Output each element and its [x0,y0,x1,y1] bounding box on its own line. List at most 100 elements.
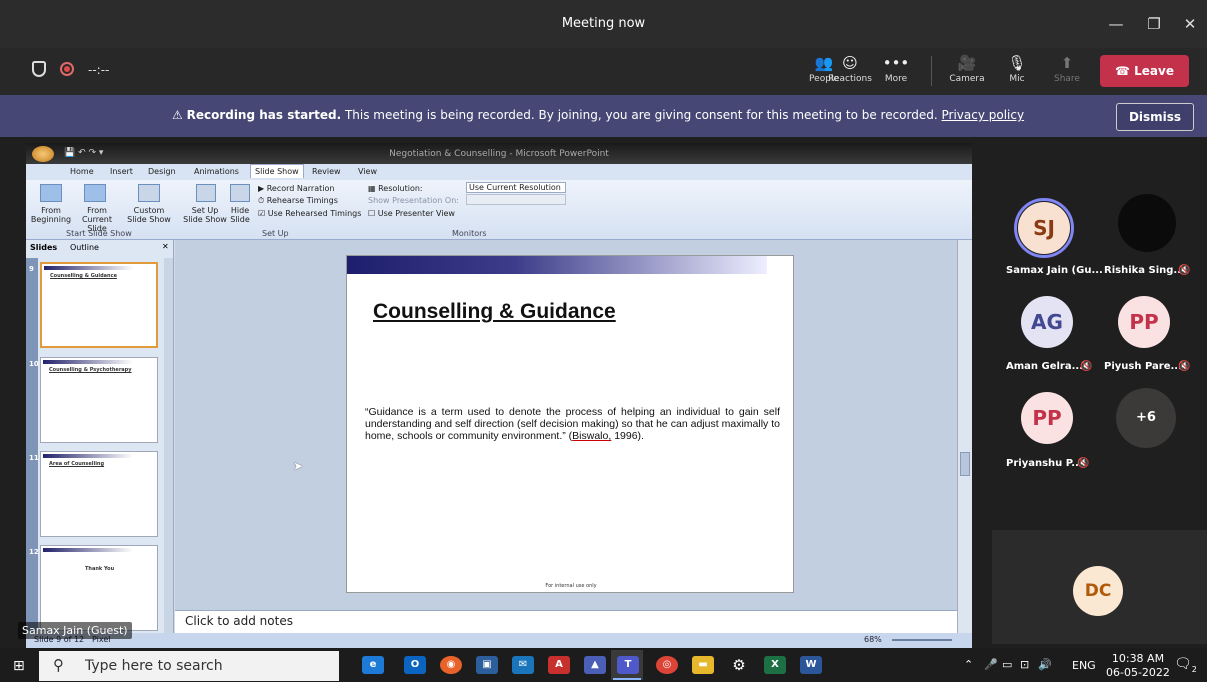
close-pane-icon[interactable]: ✕ [162,242,169,251]
tray-mic-icon[interactable]: 🎤 [984,658,998,671]
avatar[interactable]: PP [1118,296,1170,348]
word-icon[interactable]: W [800,656,822,674]
language-indicator[interactable]: ENG [1072,659,1096,672]
warning-icon: ⚠ [172,108,187,122]
thumb-scrollbar[interactable] [164,258,173,633]
windows-start-icon[interactable]: ⊞ [13,658,25,674]
more-button[interactable]: ••• More [872,52,920,92]
avatar[interactable]: AG [1021,296,1073,348]
search-icon: ⚲ [53,656,64,674]
mouse-cursor-icon: ➤ [293,459,304,473]
slide-thumbnail[interactable]: Counselling & Guidance [40,262,158,348]
current-slide[interactable]: Counselling & Guidance “Guidance is a te… [346,255,794,593]
store-icon[interactable]: ▣ [476,656,498,674]
avatar[interactable] [1118,194,1176,252]
taskbar-search[interactable]: Type here to search [39,651,339,681]
custom-show-button[interactable]: Custom Slide Show [124,206,174,224]
hide-slide-icon [230,184,250,202]
tab-review[interactable]: Review [312,167,341,176]
presenter-name-label: Samax Jain (Guest) [18,622,132,639]
use-rehearsed-checkbox[interactable]: ☑ Use Rehearsed Timings [258,209,361,218]
more-participants-button[interactable]: +6 [1116,388,1176,448]
presenter-view-checkbox[interactable]: ☐ Use Presenter View [368,209,455,218]
checkbox-checked-icon: ☑ [258,209,268,218]
chrome-icon[interactable]: ◎ [656,656,678,674]
resolution-label: ▦ Resolution: [368,184,423,193]
tab-design[interactable]: Design [148,167,176,176]
slide-header-bar [347,256,767,274]
from-current-icon [84,184,106,202]
slide-thumbnail[interactable]: Counselling & Psychotherapy [40,357,158,443]
thumb-gutter [26,258,38,633]
reactions-button[interactable]: ☺ Reactions [822,52,878,92]
powerpoint-title: Negotiation & Counselling - Microsoft Po… [389,149,609,159]
maximize-button[interactable]: ❐ [1140,12,1168,36]
recording-banner: ⚠ Recording has started. This meeting is… [0,95,1207,137]
tab-view[interactable]: View [358,167,377,176]
dismiss-button[interactable]: Dismiss [1116,103,1194,131]
volume-icon[interactable]: 🔊 [1038,658,1052,671]
excel-icon[interactable]: X [764,656,786,674]
avatar: DC [1073,566,1123,616]
mic-button[interactable]: 🎙 Mic [993,52,1041,92]
camera-button[interactable]: 🎥 Camera [943,52,991,92]
slides-pane: Slides Outline ✕ 9 Counselling & Guidanc… [26,240,174,633]
close-button[interactable]: ✕ [1176,12,1204,36]
tab-home[interactable]: Home [70,167,94,176]
mic-off-icon: 🔇 [1178,265,1191,276]
pane-tab-slides[interactable]: Slides [30,243,57,252]
pane-tab-outline[interactable]: Outline [70,243,99,252]
zoom-level: 68% [864,635,882,644]
tray-chevron-icon[interactable]: ⌃ [964,658,973,671]
window-titlebar: Meeting now — ❐ ✕ [0,0,1207,48]
reactions-icon: ☺ [842,54,858,72]
setup-button[interactable]: Set Up Slide Show [182,206,228,224]
notifications-icon[interactable]: 🗨2 [1174,656,1197,674]
self-video-tile[interactable]: DC [992,530,1207,644]
tab-insert[interactable]: Insert [110,167,133,176]
zoom-slider[interactable] [892,639,952,641]
hide-slide-button[interactable]: Hide Slide [228,206,252,224]
acrobat-icon[interactable]: A [548,656,570,674]
group-start-label: Start Slide Show [66,229,132,238]
record-narration-button[interactable]: ▶ Record Narration [258,184,334,193]
slide-thumbnail[interactable]: Area of Counselling [40,451,158,537]
edge-icon[interactable]: e [362,656,384,674]
shared-screen: 💾 ↶ ↷ ▾ Negotiation & Counselling - Micr… [26,143,972,648]
meeting-timer: --:-- [88,63,110,77]
slide-thumbnail[interactable]: Thank You [40,545,158,631]
active-indicator [613,678,641,680]
file-explorer-icon[interactable]: ▬ [692,656,714,674]
editor-scrollbar[interactable] [957,240,972,633]
mail-icon[interactable]: ✉ [512,656,534,674]
powerpoint-titlebar: 💾 ↶ ↷ ▾ Negotiation & Counselling - Micr… [26,143,972,164]
privacy-policy-link[interactable]: Privacy policy [942,108,1025,122]
leave-button[interactable]: ☎ Leave [1100,55,1189,87]
participant-name: Aman Gelra... [1006,361,1084,372]
from-beginning-button[interactable]: From Beginning [28,206,74,224]
notes-pane[interactable]: Click to add notes [175,610,957,633]
share-button[interactable]: ⬆ Share [1043,52,1091,92]
network-icon[interactable]: ⊡ [1020,658,1029,671]
rehearse-timings-button[interactable]: ⏱ Rehearse Timings [258,196,338,206]
minimize-button[interactable]: — [1102,12,1130,36]
taskbar-clock[interactable]: 10:38 AM 06-05-2022 [1106,652,1170,680]
shield-icon[interactable] [32,61,46,77]
ribbon-tabs: Home Insert Design Animations Slide Show… [26,164,972,180]
participant-name: Samax Jain (Gu... [1006,265,1103,276]
photos-icon[interactable]: ▲ [584,656,606,674]
show-on-select[interactable] [466,194,566,205]
teams-icon[interactable]: T [617,656,639,674]
avatar[interactable]: PP [1021,392,1073,444]
settings-icon[interactable]: ⚙ [728,656,750,674]
resolution-select[interactable]: Use Current Resolution [466,182,566,193]
tab-animations[interactable]: Animations [194,167,239,176]
phone-icon: ☎ [1115,64,1135,78]
window-title: Meeting now [561,16,646,31]
firefox-icon[interactable]: ◉ [440,656,462,674]
outlook-icon[interactable]: O [404,656,426,674]
tab-slide-show[interactable]: Slide Show [250,164,304,178]
avatar[interactable]: SJ [1018,202,1070,254]
battery-icon[interactable]: ▭ [1002,658,1012,671]
checkbox-icon: ☐ [368,209,378,218]
